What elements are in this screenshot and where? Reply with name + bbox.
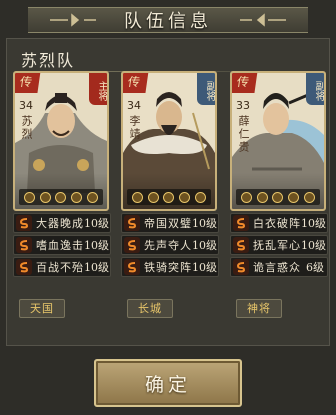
skill-icon (233, 259, 249, 275)
faction-tag-2[interactable]: 长城 (127, 299, 173, 318)
pip-icon (147, 191, 159, 203)
confirm-label: 确定 (144, 373, 191, 396)
pip-icon (194, 191, 206, 203)
skill-row[interactable]: 抚乱军心 10级 (230, 235, 328, 255)
star-pips (19, 189, 103, 205)
pip-icon (39, 191, 51, 203)
general-card-2[interactable]: 传 副将 34 李靖 (121, 71, 217, 211)
skill-row[interactable]: 铁骑突阵 10级 (121, 257, 219, 277)
pip-icon (86, 191, 98, 203)
legend-seal: 传 (232, 73, 258, 93)
skill-icon (124, 259, 140, 275)
pip-icon (303, 191, 315, 203)
skill-row[interactable]: 帝国双璧 10级 (121, 213, 219, 233)
skill-icon (124, 237, 140, 253)
skill-icon (16, 215, 32, 231)
title-ornament-right-icon (240, 13, 286, 27)
general-level: 33 (236, 99, 250, 112)
general-column-3: 传 副将 33 薛仁贵 白衣破阵 10级 抚乱军心 10级 诡言惑众 6级 (230, 71, 328, 277)
general-level: 34 (127, 99, 141, 112)
pip-icon (288, 191, 300, 203)
skill-level: 6级 (306, 261, 324, 274)
rank-badge: 副将 (197, 73, 215, 105)
team-name: 苏烈队 (21, 51, 76, 70)
pip-icon (132, 191, 144, 203)
skill-name: 嗜血逸击 (36, 239, 84, 252)
skill-level: 10级 (192, 217, 217, 230)
skill-level: 10级 (192, 239, 217, 252)
rank-badge: 副将 (306, 73, 324, 105)
general-card-1[interactable]: 传 主将 34 苏烈 (13, 71, 109, 211)
legend-seal: 传 (123, 73, 149, 93)
confirm-button[interactable]: 确定 (94, 359, 242, 407)
general-column-1: 传 主将 34 苏烈 大器晚成 10级 嗜血逸击 10级 百战不殆 10级 (13, 71, 111, 277)
skill-icon (233, 237, 249, 253)
skill-icon (16, 237, 32, 253)
rank-badge: 主将 (89, 73, 107, 105)
skill-name: 大器晚成 (36, 217, 84, 230)
general-card-3[interactable]: 传 副将 33 薛仁贵 (230, 71, 326, 211)
skill-name: 先声夺人 (144, 239, 192, 252)
pip-icon (179, 191, 191, 203)
faction-tag-1[interactable]: 天国 (19, 299, 65, 318)
skill-list-2: 帝国双璧 10级 先声夺人 10级 铁骑突阵 10级 (121, 213, 219, 277)
star-pips (127, 189, 211, 205)
skill-name: 铁骑突阵 (144, 261, 192, 274)
skill-name: 白衣破阵 (253, 217, 301, 230)
skill-row[interactable]: 大器晚成 10级 (13, 213, 111, 233)
skill-row[interactable]: 百战不殆 10级 (13, 257, 111, 277)
skill-row[interactable]: 诡言惑众 6级 (230, 257, 328, 277)
skill-level: 10级 (301, 239, 326, 252)
pip-icon (55, 191, 67, 203)
pip-icon (256, 191, 268, 203)
skill-name: 抚乱军心 (253, 239, 301, 252)
general-name: 李靖 (128, 115, 141, 141)
skill-icon (233, 215, 249, 231)
pip-icon (163, 191, 175, 203)
pip-icon (71, 191, 83, 203)
skill-name: 帝国双璧 (144, 217, 192, 230)
skill-level: 10级 (301, 217, 326, 230)
skill-level: 10级 (84, 239, 109, 252)
star-pips (236, 189, 320, 205)
skill-list-3: 白衣破阵 10级 抚乱军心 10级 诡言惑众 6级 (230, 213, 328, 277)
faction-tag-3[interactable]: 神将 (236, 299, 282, 318)
skill-row[interactable]: 嗜血逸击 10级 (13, 235, 111, 255)
pip-icon (272, 191, 284, 203)
skill-level: 10级 (84, 217, 109, 230)
skill-level: 10级 (192, 261, 217, 274)
general-level: 34 (19, 99, 33, 112)
title-ornament-left-icon (50, 13, 96, 27)
skill-icon (16, 259, 32, 275)
title-banner: 队伍信息 (28, 4, 308, 36)
pip-icon (241, 191, 253, 203)
skill-list-1: 大器晚成 10级 嗜血逸击 10级 百战不殆 10级 (13, 213, 111, 277)
skill-name: 百战不殆 (36, 261, 84, 274)
general-column-2: 传 副将 34 李靖 帝国双璧 10级 先声夺人 10级 铁骑突阵 10级 (121, 71, 219, 277)
general-name: 薛仁贵 (237, 115, 250, 154)
skill-name: 诡言惑众 (253, 261, 301, 274)
general-name: 苏烈 (20, 115, 33, 141)
skill-icon (124, 215, 140, 231)
legend-seal: 传 (15, 73, 41, 93)
page-title: 队伍信息 (124, 11, 212, 32)
skill-row[interactable]: 先声夺人 10级 (121, 235, 219, 255)
team-panel: 苏烈队 传 主将 34 苏烈 大器晚成 10级 嗜血逸击 10级 百战不殆 10… (6, 38, 330, 346)
skill-level: 10级 (84, 261, 109, 274)
skill-row[interactable]: 白衣破阵 10级 (230, 213, 328, 233)
pip-icon (24, 191, 36, 203)
